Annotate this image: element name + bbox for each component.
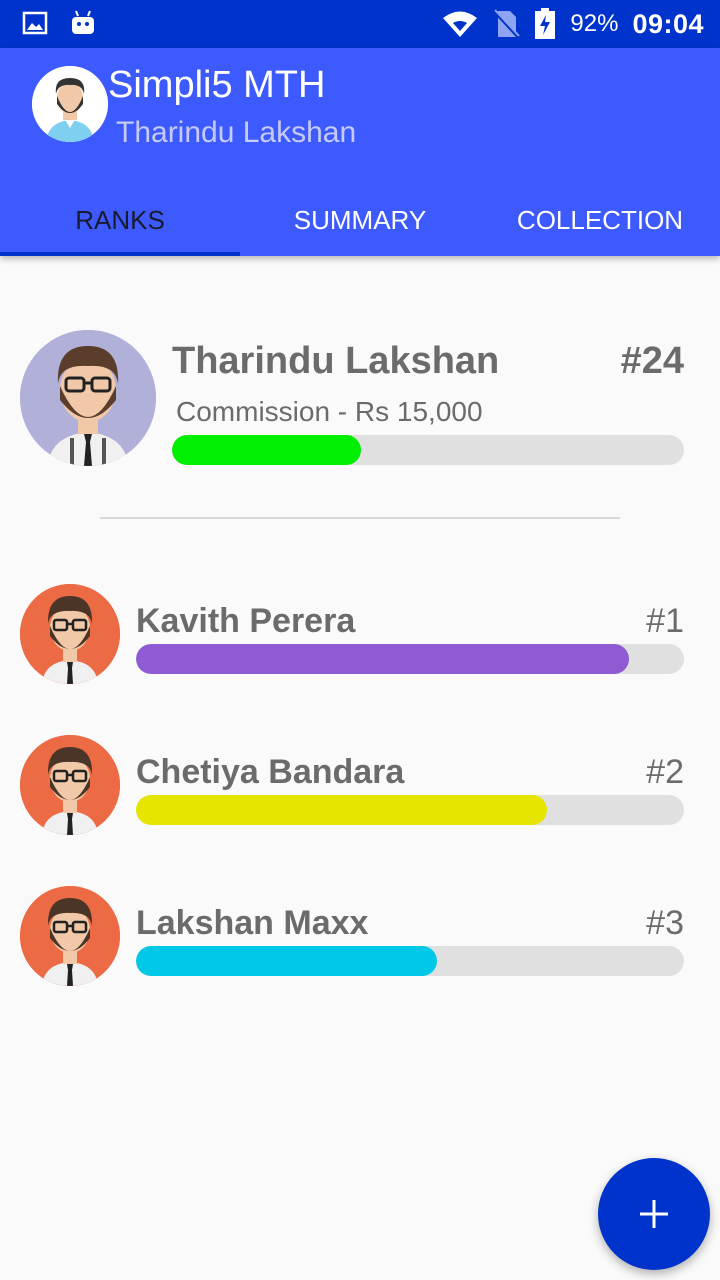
leaderboard-progress-bar-1 xyxy=(136,644,684,674)
add-fab-button[interactable] xyxy=(598,1158,710,1270)
clock: 09:04 xyxy=(632,8,704,39)
leaderboard-progress-fill-1 xyxy=(136,644,630,674)
current-user-name: Tharindu Lakshan xyxy=(172,340,500,382)
leaderboard-progress-bar-2 xyxy=(136,795,684,825)
leaderboard-avatar-1 xyxy=(20,584,120,684)
tab-ranks[interactable]: RANKS xyxy=(0,184,240,256)
divider xyxy=(100,517,620,519)
app-subtitle: Tharindu Lakshan xyxy=(116,116,357,149)
battery-charging-icon xyxy=(535,8,556,39)
leaderboard-progress-fill-3 xyxy=(136,946,438,976)
avatar[interactable] xyxy=(32,66,108,142)
no-sim-icon xyxy=(493,9,521,39)
leaderboard-rank-2: #2 xyxy=(646,753,684,791)
leaderboard-name-1: Kavith Perera xyxy=(136,602,356,640)
current-user-rank: #24 xyxy=(620,340,684,382)
battery-percent: 92% xyxy=(570,10,619,37)
plus-icon xyxy=(640,1200,668,1228)
app-title: Simpli5 MTH xyxy=(108,64,326,106)
status-bar: 92% 09:04 xyxy=(0,0,720,48)
leaderboard-name-2: Chetiya Bandara xyxy=(136,753,405,791)
leaderboard-avatar-2 xyxy=(20,735,120,835)
wifi-icon xyxy=(443,11,478,37)
app-bar: Simpli5 MTH Tharindu Lakshan RANKS SUMMA… xyxy=(0,48,720,256)
leaderboard-avatar-3 xyxy=(20,886,120,986)
tab-collection[interactable]: COLLECTION xyxy=(480,184,720,256)
current-user-progress-bar xyxy=(172,435,684,465)
leaderboard-rank-3: #3 xyxy=(646,904,684,942)
current-user-progress-fill xyxy=(172,435,362,465)
current-user-avatar xyxy=(20,330,156,466)
leaderboard-name-3: Lakshan Maxx xyxy=(136,904,369,942)
android-icon xyxy=(72,10,94,34)
leaderboard-progress-bar-3 xyxy=(136,946,684,976)
tab-summary[interactable]: SUMMARY xyxy=(240,184,480,256)
image-icon xyxy=(22,11,48,35)
leaderboard-progress-fill-2 xyxy=(136,795,547,825)
leaderboard-rank-1: #1 xyxy=(646,602,684,640)
tab-bar: RANKS SUMMARY COLLECTION xyxy=(0,184,720,256)
current-user-commission: Commission - Rs 15,000 xyxy=(176,396,483,427)
